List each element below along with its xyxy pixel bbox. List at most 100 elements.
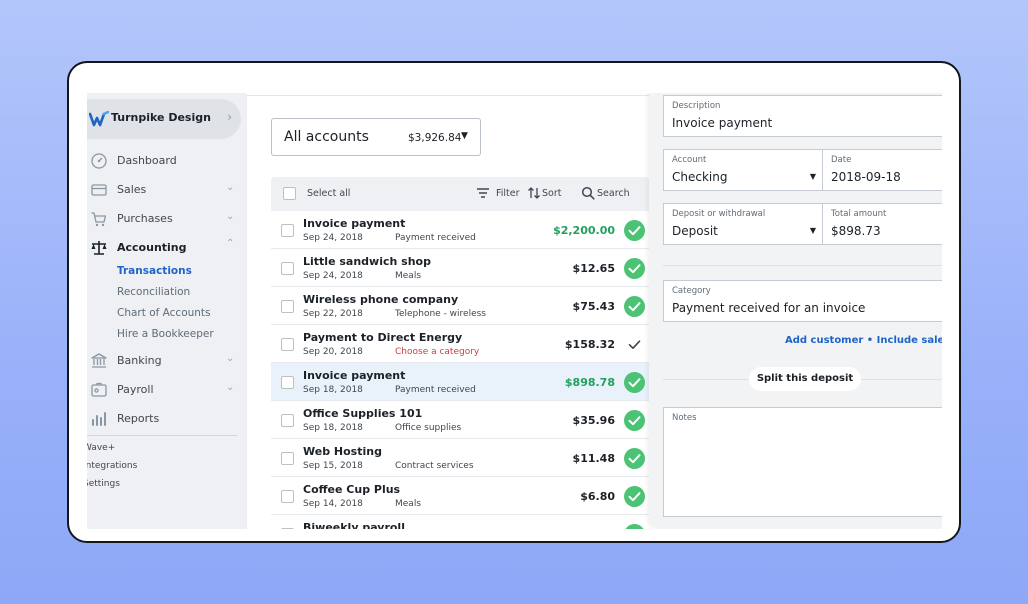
sidebar-item-label: Purchases bbox=[117, 212, 173, 225]
sidebar-item-accounting[interactable]: Accounting ⌃ bbox=[87, 236, 247, 260]
select-all-checkbox[interactable] bbox=[283, 187, 296, 200]
purchases-icon bbox=[91, 212, 107, 227]
sidebar-subitem-hire-bookkeeper[interactable]: Hire a Bookkeeper bbox=[117, 328, 214, 340]
row-checkbox[interactable] bbox=[281, 224, 294, 237]
filter-icon[interactable] bbox=[476, 186, 490, 200]
transaction-date: Sep 14, 2018 bbox=[303, 499, 363, 509]
split-deposit-button[interactable]: Split this deposit bbox=[749, 367, 861, 391]
category-dropdown[interactable]: Category Payment received for an invoice… bbox=[663, 280, 942, 322]
row-checkbox[interactable] bbox=[281, 300, 294, 313]
table-row[interactable]: Wireless phone company Sep 22, 2018 Tele… bbox=[271, 287, 649, 325]
transaction-category[interactable]: Contract services bbox=[395, 461, 474, 471]
account-select-balance: $3,926.84 bbox=[408, 132, 462, 144]
transaction-name: Biweekly payroll bbox=[303, 521, 405, 529]
sidebar-link-settings[interactable]: Settings bbox=[87, 479, 120, 489]
check-circle-icon[interactable] bbox=[624, 524, 645, 529]
transaction-name: Coffee Cup Plus bbox=[303, 483, 401, 496]
sidebar-item-label: Sales bbox=[117, 183, 147, 196]
row-checkbox[interactable] bbox=[281, 452, 294, 465]
wave-logo-icon bbox=[89, 111, 109, 127]
check-circle-icon[interactable] bbox=[624, 410, 645, 431]
transaction-category[interactable]: Office supplies bbox=[395, 423, 461, 433]
table-row[interactable]: Web Hosting Sep 15, 2018 Contract servic… bbox=[271, 439, 649, 477]
transaction-amount: $2,200.00 bbox=[553, 224, 615, 237]
table-row-selected[interactable]: Invoice payment Sep 18, 2018 Payment rec… bbox=[271, 363, 649, 401]
transaction-date: Sep 18, 2018 bbox=[303, 423, 363, 433]
date-field[interactable]: Date 2018-09-18 bbox=[822, 149, 942, 191]
row-checkbox[interactable] bbox=[281, 528, 294, 529]
sidebar-subitem-transactions[interactable]: Transactions bbox=[117, 265, 192, 277]
transaction-category[interactable]: Meals bbox=[395, 499, 421, 509]
table-row[interactable]: Biweekly payroll bbox=[271, 515, 649, 529]
sidebar-item-banking[interactable]: Banking ⌄ bbox=[87, 349, 247, 373]
sidebar-item-label: Payroll bbox=[117, 383, 154, 396]
row-checkbox[interactable] bbox=[281, 338, 294, 351]
transaction-name: Invoice payment bbox=[303, 369, 406, 382]
sidebar-link-integrations[interactable]: Integrations bbox=[87, 461, 137, 471]
sidebar-item-dashboard[interactable]: Dashboard bbox=[87, 149, 247, 173]
check-circle-icon[interactable] bbox=[624, 486, 645, 507]
transaction-name: Wireless phone company bbox=[303, 293, 459, 306]
deposit-withdrawal-dropdown[interactable]: Deposit or withdrawal Deposit ▼ bbox=[663, 203, 823, 245]
transaction-category[interactable]: Meals bbox=[395, 271, 421, 281]
row-checkbox[interactable] bbox=[281, 262, 294, 275]
search-icon[interactable] bbox=[581, 186, 595, 200]
table-row[interactable]: Payment to Direct Energy Sep 20, 2018 Ch… bbox=[271, 325, 649, 363]
sort-button[interactable]: Sort bbox=[542, 188, 561, 199]
row-checkbox[interactable] bbox=[281, 414, 294, 427]
transaction-amount: $6.80 bbox=[580, 490, 615, 503]
check-circle-icon[interactable] bbox=[624, 372, 645, 393]
choose-category-link[interactable]: Choose a category bbox=[395, 347, 479, 357]
description-field[interactable]: Description Invoice payment bbox=[663, 95, 942, 137]
check-icon[interactable] bbox=[624, 334, 645, 355]
sidebar-item-label: Banking bbox=[117, 354, 162, 367]
notes-textarea[interactable]: Notes bbox=[663, 407, 942, 517]
sidebar-item-payroll[interactable]: Payroll ⌄ bbox=[87, 378, 247, 402]
transaction-date: Sep 24, 2018 bbox=[303, 233, 363, 243]
row-checkbox[interactable] bbox=[281, 490, 294, 503]
transaction-name: Web Hosting bbox=[303, 445, 382, 458]
check-circle-icon[interactable] bbox=[624, 258, 645, 279]
filter-button[interactable]: Filter bbox=[496, 188, 520, 199]
transaction-category[interactable]: Payment received bbox=[395, 233, 476, 243]
search-button[interactable]: Search bbox=[597, 188, 630, 199]
sidebar-subitem-chart-of-accounts[interactable]: Chart of Accounts bbox=[117, 307, 211, 319]
transaction-category[interactable]: Payment received bbox=[395, 385, 476, 395]
sidebar-item-purchases[interactable]: Purchases ⌄ bbox=[87, 207, 247, 231]
check-circle-icon[interactable] bbox=[624, 296, 645, 317]
account-dropdown[interactable]: Account Checking ▼ bbox=[663, 149, 823, 191]
caret-down-icon: ▼ bbox=[809, 172, 816, 181]
total-amount-field[interactable]: Total amount $898.73 bbox=[822, 203, 942, 245]
sidebar-item-label: Dashboard bbox=[117, 154, 177, 167]
sidebar-subitem-reconciliation[interactable]: Reconciliation bbox=[117, 286, 190, 298]
total-amount-label: Total amount bbox=[831, 209, 887, 219]
reports-icon bbox=[92, 412, 106, 426]
chevron-down-icon: ⌄ bbox=[226, 382, 235, 393]
check-circle-icon[interactable] bbox=[624, 220, 645, 241]
sidebar-item-sales[interactable]: Sales ⌄ bbox=[87, 178, 247, 202]
header-rule bbox=[247, 95, 649, 96]
transactions-main: All accounts $3,926.84 ▼ Select all Filt… bbox=[247, 93, 649, 529]
account-label: Account bbox=[672, 155, 707, 165]
row-checkbox[interactable] bbox=[281, 376, 294, 389]
check-circle-icon[interactable] bbox=[624, 448, 645, 469]
add-customer-sales-tax-link[interactable]: Add customer • Include sales tax bbox=[785, 335, 942, 346]
sort-icon[interactable] bbox=[527, 186, 541, 200]
account-select[interactable]: All accounts $3,926.84 ▼ bbox=[271, 118, 481, 156]
transaction-amount: $898.78 bbox=[564, 376, 615, 389]
business-switcher[interactable]: Turnpike Design › bbox=[87, 99, 241, 139]
sidebar-item-label: Reports bbox=[117, 412, 160, 425]
category-value: Payment received for an invoice bbox=[672, 301, 866, 315]
transaction-detail-panel: Description Invoice payment Account Chec… bbox=[649, 93, 942, 529]
table-row[interactable]: Little sandwich shop Sep 24, 2018 Meals … bbox=[271, 249, 649, 287]
transaction-category[interactable]: Telephone - wireless bbox=[395, 309, 486, 319]
sidebar-item-reports[interactable]: Reports bbox=[87, 407, 247, 431]
table-row[interactable]: Office Supplies 101 Sep 18, 2018 Office … bbox=[271, 401, 649, 439]
sidebar-link-wave-plus[interactable]: Wave+ bbox=[87, 443, 115, 453]
sidebar-divider bbox=[87, 435, 237, 436]
accounting-scale-icon bbox=[91, 241, 107, 255]
app-viewport: Turnpike Design › Dashboard Sales ⌄ Purc… bbox=[87, 93, 942, 529]
table-row[interactable]: Invoice payment Sep 24, 2018 Payment rec… bbox=[271, 211, 649, 249]
transaction-name: Payment to Direct Energy bbox=[303, 331, 463, 344]
table-row[interactable]: Coffee Cup Plus Sep 14, 2018 Meals $6.80 bbox=[271, 477, 649, 515]
